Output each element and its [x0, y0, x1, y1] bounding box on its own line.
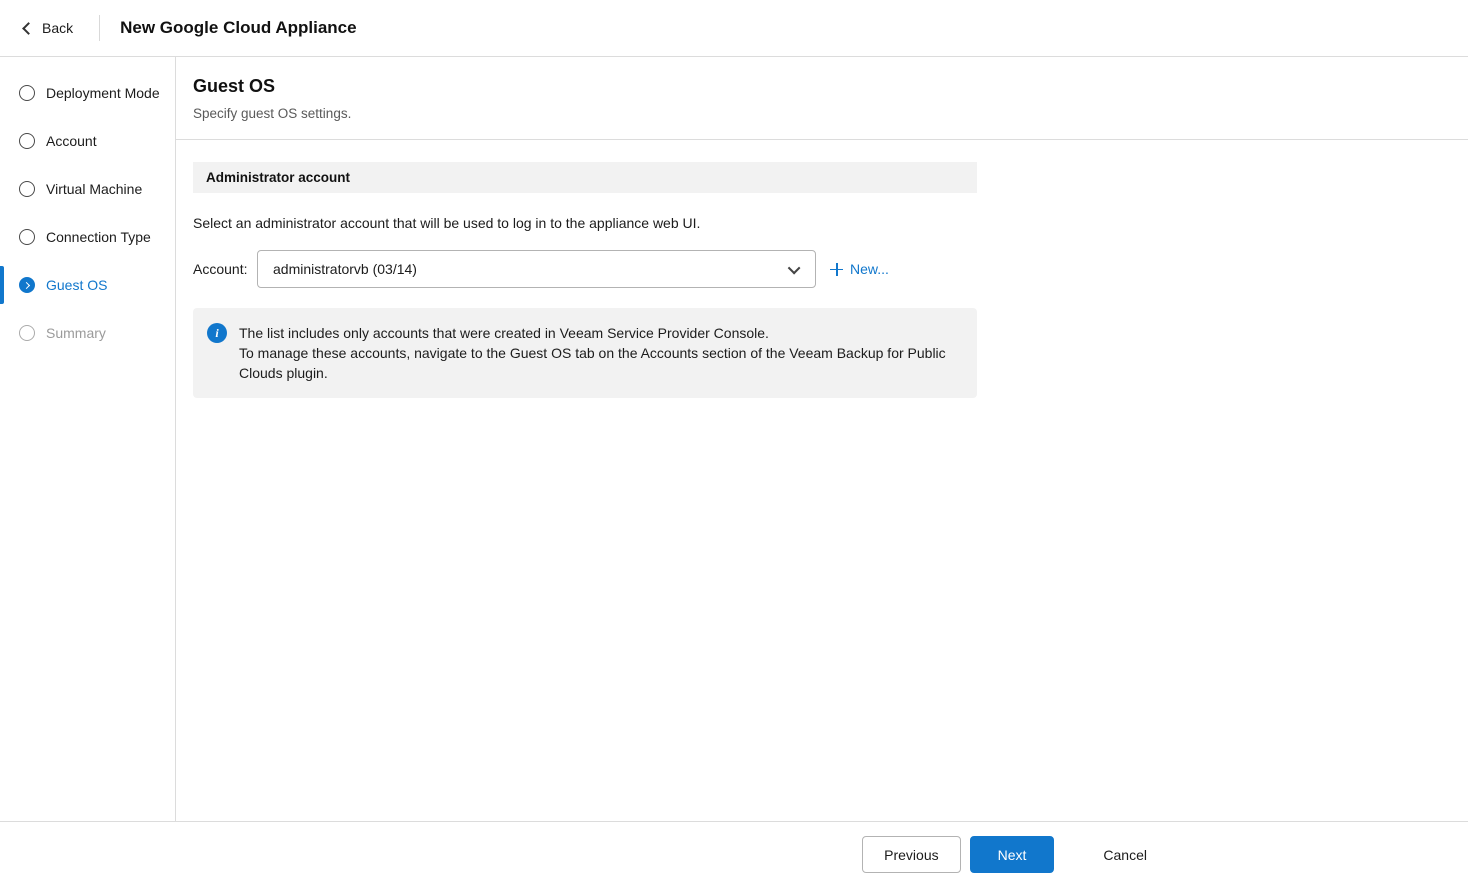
back-button[interactable]: Back	[0, 0, 99, 56]
sidebar-item-label: Connection Type	[46, 229, 151, 245]
info-text-line1: The list includes only accounts that wer…	[239, 323, 951, 343]
info-text: The list includes only accounts that wer…	[239, 323, 951, 383]
wizard-main-panel: Guest OS Specify guest OS settings. Admi…	[176, 57, 1468, 821]
info-box: i The list includes only accounts that w…	[193, 308, 977, 398]
info-text-line2: To manage these accounts, navigate to th…	[239, 343, 951, 383]
account-row: Account: administratorvb (03/14) New...	[193, 250, 1444, 288]
wizard-window: Back New Google Cloud Appliance Deployme…	[0, 0, 1468, 887]
sidebar-item-guest-os[interactable]: Guest OS	[0, 261, 175, 309]
sidebar-item-deployment-mode[interactable]: Deployment Mode	[0, 69, 175, 117]
sidebar-item-label: Virtual Machine	[46, 181, 142, 197]
step-body: Administrator account Select an administ…	[176, 140, 1468, 398]
wizard-header: Back New Google Cloud Appliance	[0, 0, 1468, 57]
next-button[interactable]: Next	[970, 836, 1055, 873]
section-description: Select an administrator account that wil…	[193, 215, 1444, 231]
account-select-value: administratorvb (03/14)	[273, 261, 417, 277]
page-title: New Google Cloud Appliance	[120, 18, 356, 38]
chevron-left-icon	[22, 22, 35, 35]
new-account-label: New...	[850, 261, 889, 277]
new-account-button[interactable]: New...	[830, 261, 889, 277]
sidebar-item-connection-type[interactable]: Connection Type	[0, 213, 175, 261]
cancel-button[interactable]: Cancel	[1082, 836, 1168, 873]
sidebar-item-label: Deployment Mode	[46, 85, 160, 101]
wizard-footer: Previous Next Cancel	[0, 821, 1468, 887]
section-header-administrator-account: Administrator account	[193, 162, 977, 193]
wizard-steps-sidebar: Deployment Mode Account Virtual Machine …	[0, 57, 176, 821]
back-label: Back	[42, 20, 73, 36]
sidebar-item-summary[interactable]: Summary	[0, 309, 175, 357]
sidebar-item-label: Summary	[46, 325, 106, 341]
chevron-down-icon	[788, 261, 801, 274]
step-subtitle: Specify guest OS settings.	[193, 106, 1444, 121]
account-select[interactable]: administratorvb (03/14)	[257, 250, 816, 288]
step-header: Guest OS Specify guest OS settings.	[176, 57, 1468, 140]
step-circle-icon	[19, 133, 35, 149]
chevron-right-icon	[22, 281, 29, 288]
step-circle-icon	[19, 229, 35, 245]
info-icon: i	[207, 323, 227, 343]
sidebar-item-account[interactable]: Account	[0, 117, 175, 165]
sidebar-item-virtual-machine[interactable]: Virtual Machine	[0, 165, 175, 213]
step-circle-icon	[19, 325, 35, 341]
plus-icon	[830, 263, 843, 276]
step-current-icon	[19, 277, 35, 293]
step-circle-icon	[19, 85, 35, 101]
step-circle-icon	[19, 181, 35, 197]
step-title: Guest OS	[193, 76, 1444, 97]
header-divider	[99, 15, 100, 41]
account-label: Account:	[193, 261, 257, 277]
sidebar-item-label: Guest OS	[46, 277, 107, 293]
sidebar-item-label: Account	[46, 133, 97, 149]
active-step-indicator	[0, 266, 4, 304]
previous-button[interactable]: Previous	[862, 836, 960, 873]
